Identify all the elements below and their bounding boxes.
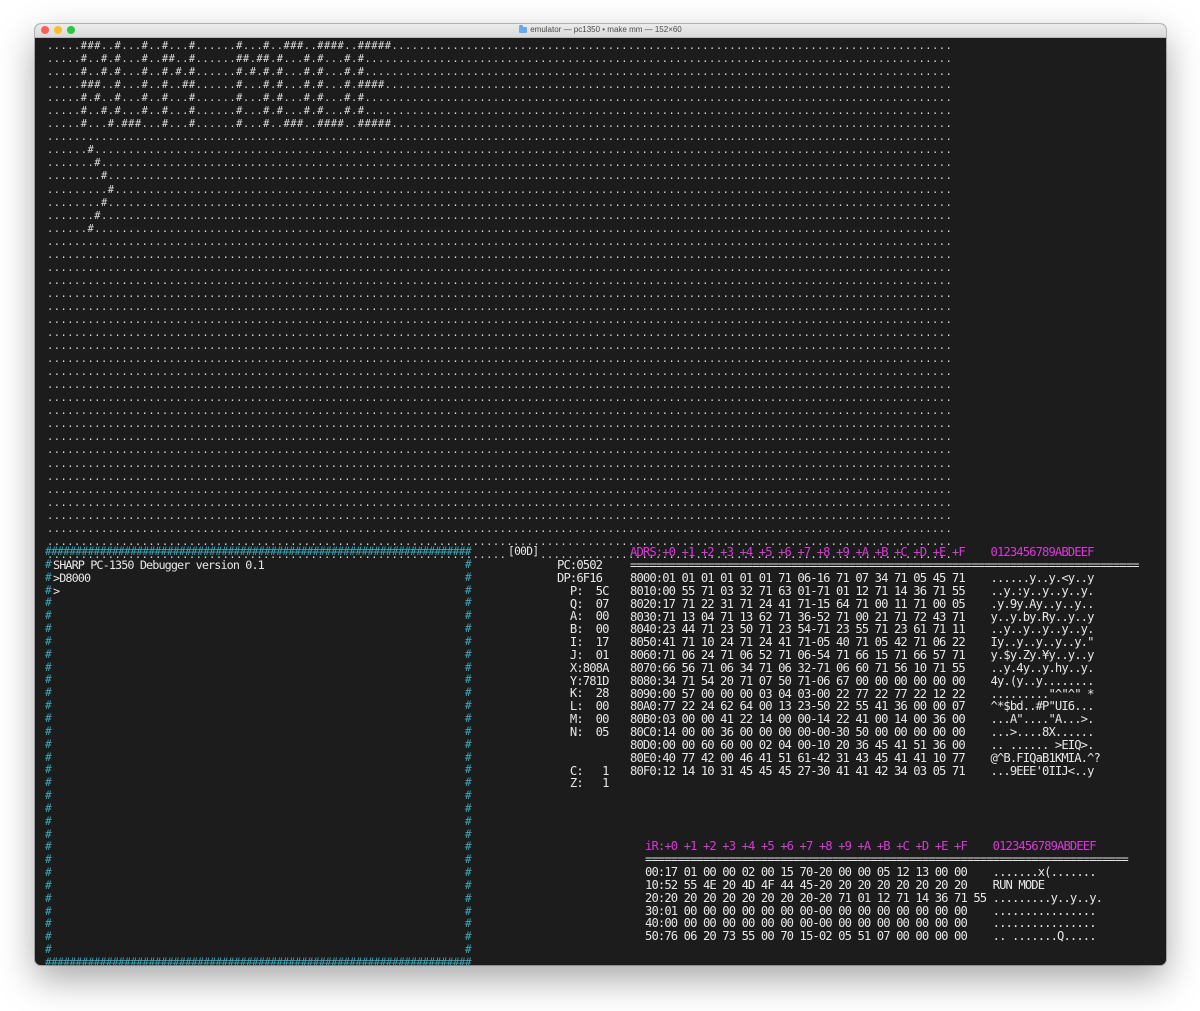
iram-row: 50:76 06 20 73 55 00 70 15-02 05 51 07 0… [645,929,1097,944]
lcd-row: ........#...............................… [47,170,953,183]
lcd-row: .....#.#..#...#..#...#......#...#.#...#.… [47,92,953,105]
lcd-row: ........................................… [47,470,953,483]
lcd-row: ........................................… [47,405,953,418]
lcd-row: ........................................… [47,274,953,287]
lcd-row: .......#................................… [47,157,953,170]
lcd-row: .....#..#.#...#..#.#.#......#.#.#.#...#.… [47,66,953,79]
lcd-row: ......#.................................… [47,222,953,235]
lcd-row: ........................................… [47,457,953,470]
lcd-row: ........................................… [47,483,953,496]
lcd-row: .....###..#...#..#...#......#...#..###..… [47,40,953,52]
window-title-text: emulator — pc1350 • make mm — 152×60 [530,25,682,34]
lcd-row: ........................................… [47,444,953,457]
terminal-window: emulator — pc1350 • make mm — 152×60 ...… [35,24,1166,965]
debugger-tag: [00D] [508,545,539,559]
terminal-content[interactable]: .....###..#...#..#...#......#...#..###..… [35,38,1166,965]
lcd-row: ........................................… [47,431,953,444]
lcd-row: ........................................… [47,327,953,340]
title-bar[interactable]: emulator — pc1350 • make mm — 152×60 [35,24,1166,38]
lcd-row: ........#...............................… [47,196,953,209]
lcd-row: ........................................… [47,353,953,366]
lcd-row: ......#.................................… [47,144,953,157]
lcd-row: .....#..#.#...#..#...#......#...#.#...#.… [47,105,953,118]
window-title: emulator — pc1350 • make mm — 152×60 [35,24,1166,34]
memdump-rows: 8000:01 01 01 01 01 01 71 06-16 71 07 34… [630,572,1101,778]
debugger-line: > [53,583,60,598]
lcd-row: .....###..#...#..#..##......#...#.#...#.… [47,79,953,92]
lcd-row: ........................................… [47,340,953,353]
lcd-display: .....###..#...#..#...#......#...#..###..… [47,40,952,562]
lcd-row: ........................................… [47,392,953,405]
lcd-row: ........................................… [47,366,953,379]
lcd-row: ........................................… [47,300,953,313]
lcd-row: .........#..............................… [47,183,953,196]
lcd-row: ........................................… [47,248,953,261]
register-line: N: 05 [557,724,610,739]
debugger-console-frame: ########################################… [45,545,472,965]
lcd-row: ........................................… [47,509,953,522]
iram-rows: 00:17 01 00 00 02 00 15 70-20 00 00 05 1… [645,866,1103,944]
lcd-row: .......#................................… [47,209,953,222]
folder-icon [519,24,528,33]
memdump-row: 80F0:12 14 10 31 45 45 45 27-30 41 41 42… [630,763,1094,778]
lcd-row: ........................................… [47,313,953,326]
lcd-row: ........................................… [47,261,953,274]
lcd-row: ........................................… [47,496,953,509]
lcd-row: ........................................… [47,131,953,144]
lcd-row: ........................................… [47,522,953,535]
debugger-console-output[interactable]: SHARP PC-1350 Debugger version 0.1 >D800… [53,559,265,598]
lcd-row: ........................................… [47,379,953,392]
register-line: Z: 1 [557,776,610,791]
lcd-row: .....#...#.###...#...#......#...#..###..… [47,118,953,131]
lcd-row: ........................................… [47,418,953,431]
lcd-row: ........................................… [47,235,953,248]
register-panel: PC:0502 DP:6F16 P: 5C Q: 07 A: 00 B: 00 … [557,559,609,790]
lcd-row: ........................................… [47,287,953,300]
lcd-row: .....#..#.#...#..##..#......##.##.#...#.… [47,53,953,66]
